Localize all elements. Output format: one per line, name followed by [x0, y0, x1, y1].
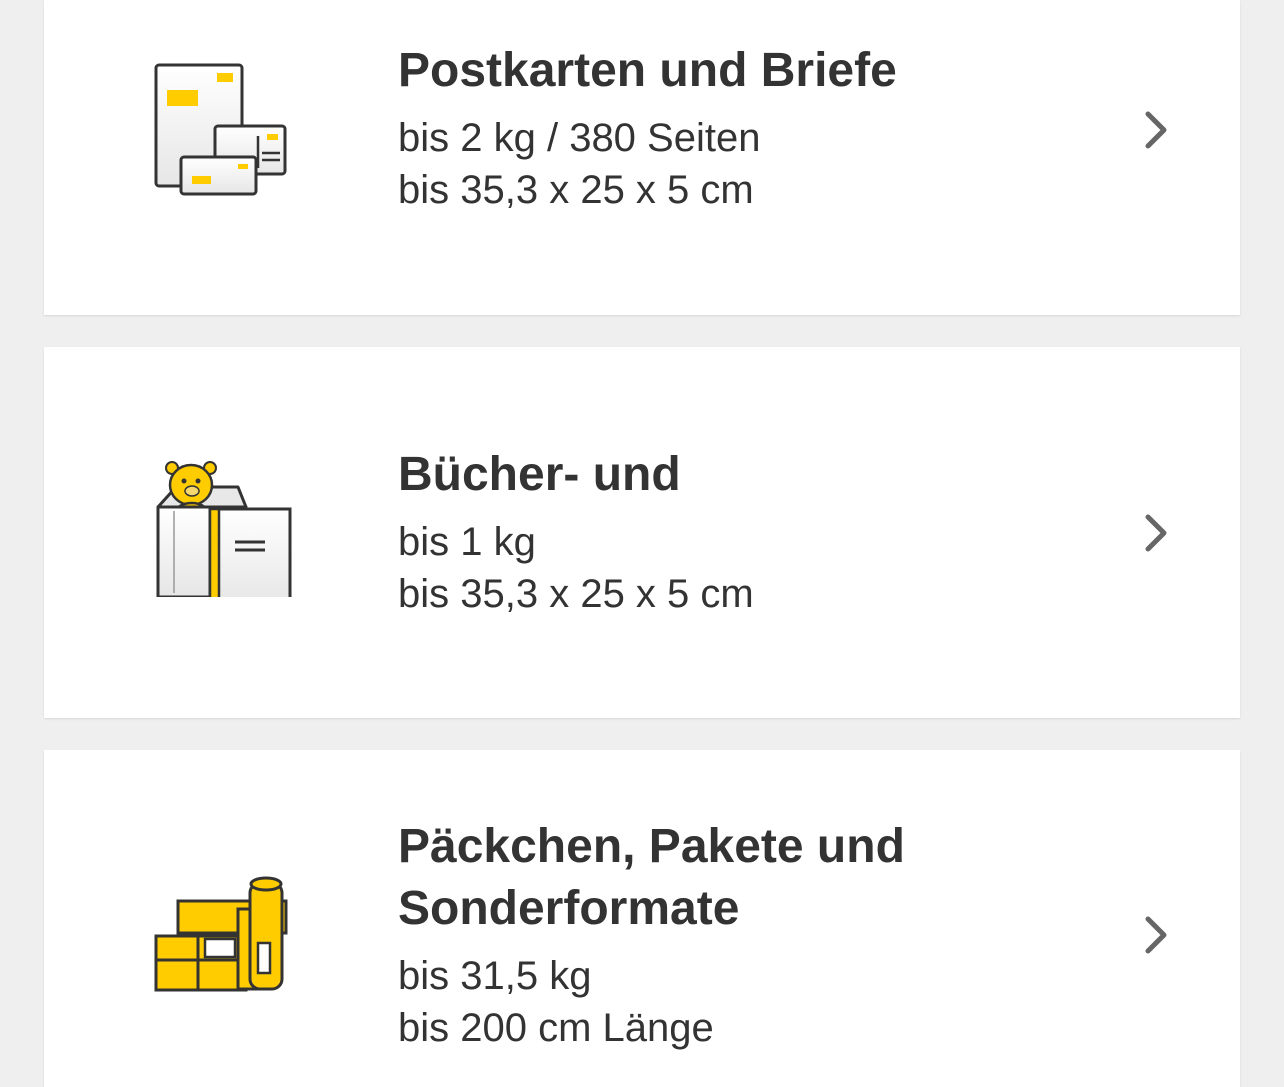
category-card-books[interactable]: Bücher- und bis 1 kg bis 35,3 x 25 x 5 c…	[44, 347, 1240, 718]
letters-icon	[152, 56, 292, 196]
chevron-right-icon[interactable]	[1140, 511, 1174, 555]
weight-limit: bis 1 kg	[398, 520, 536, 564]
category-card-letters[interactable]: Postkarten und Briefe bis 2 kg / 380 Sei…	[44, 0, 1240, 315]
size-limit: bis 200 cm Länge	[398, 1006, 714, 1050]
category-title: Postkarten und Briefe	[398, 44, 897, 97]
category-card-parcels[interactable]: Päckchen, Pakete und Sonderformate bis 3…	[44, 750, 1240, 1087]
size-limit: bis 35,3 x 25 x 5 cm	[398, 168, 754, 212]
category-title: Bücher- und	[398, 448, 681, 501]
weight-limit: bis 31,5 kg	[398, 954, 592, 998]
chevron-right-icon[interactable]	[1140, 913, 1174, 957]
weight-limit: bis 2 kg / 380 Seiten	[398, 116, 761, 160]
category-title: Päckchen, Pakete und Sonderformate	[398, 820, 905, 935]
parcels-icon	[152, 870, 292, 1010]
size-limit: bis 35,3 x 25 x 5 cm	[398, 572, 754, 616]
books-goods-icon	[152, 457, 292, 609]
chevron-right-icon[interactable]	[1140, 108, 1174, 152]
